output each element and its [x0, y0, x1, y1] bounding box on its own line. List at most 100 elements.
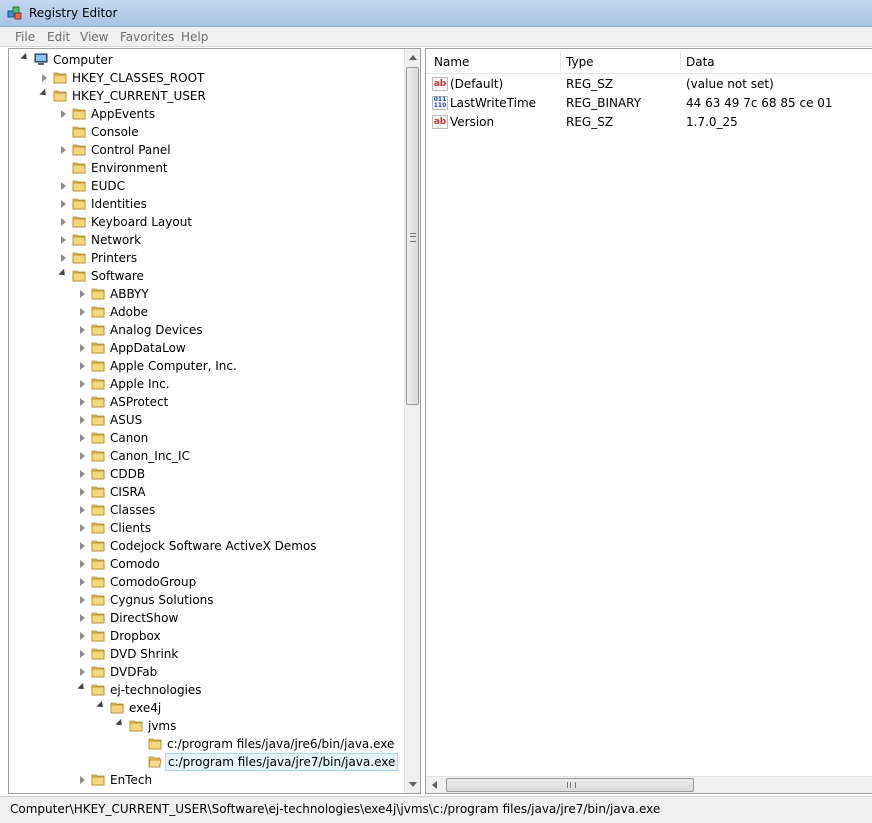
collapsed-arrow-icon[interactable]: [80, 434, 85, 442]
collapsed-arrow-icon[interactable]: [61, 182, 66, 190]
tree-node[interactable]: Codejock Software ActiveX Demos: [9, 537, 404, 555]
menu-favorites[interactable]: Favorites: [120, 30, 174, 44]
collapsed-arrow-icon[interactable]: [80, 290, 85, 298]
tree-node[interactable]: exe4j: [9, 699, 404, 717]
value-row[interactable]: ab (Default) REG_SZ (value not set): [426, 75, 872, 94]
tree-node[interactable]: ASUS: [9, 411, 404, 429]
collapsed-arrow-icon[interactable]: [80, 560, 85, 568]
tree-node[interactable]: Classes: [9, 501, 404, 519]
collapsed-arrow-icon[interactable]: [80, 326, 85, 334]
expanded-arrow-icon[interactable]: [115, 718, 125, 729]
tree-node[interactable]: CDDB: [9, 465, 404, 483]
tree-node[interactable]: c:/program files/java/jre6/bin/java.exe: [9, 735, 404, 753]
column-header-name[interactable]: Name: [434, 55, 469, 69]
collapsed-arrow-icon[interactable]: [80, 596, 85, 604]
collapsed-arrow-icon[interactable]: [61, 146, 66, 154]
scroll-down-icon[interactable]: [409, 782, 417, 787]
tree-node[interactable]: Keyboard Layout: [9, 213, 404, 231]
registry-tree[interactable]: Computer HKEY_CLASSES_ROOT HKEY_CURRENT_US…: [8, 48, 421, 794]
collapsed-arrow-icon[interactable]: [80, 542, 85, 550]
collapsed-arrow-icon[interactable]: [80, 488, 85, 496]
scroll-up-icon[interactable]: [409, 55, 417, 60]
tree-node[interactable]: HKEY_CURRENT_USER: [9, 87, 404, 105]
tree-node[interactable]: Canon: [9, 429, 404, 447]
tree-node[interactable]: Network: [9, 231, 404, 249]
collapsed-arrow-icon[interactable]: [80, 506, 85, 514]
tree-node[interactable]: ASProtect: [9, 393, 404, 411]
tree-node[interactable]: Console: [9, 123, 404, 141]
tree-node[interactable]: Comodo: [9, 555, 404, 573]
column-divider[interactable]: [680, 51, 681, 71]
tree-node[interactable]: jvms: [9, 717, 404, 735]
collapsed-arrow-icon[interactable]: [80, 668, 85, 676]
collapsed-arrow-icon[interactable]: [80, 416, 85, 424]
expanded-arrow-icon[interactable]: [39, 88, 49, 99]
collapsed-arrow-icon[interactable]: [61, 200, 66, 208]
tree-node[interactable]: Control Panel: [9, 141, 404, 159]
column-header-data[interactable]: Data: [686, 55, 715, 69]
collapsed-arrow-icon[interactable]: [80, 614, 85, 622]
tree-node[interactable]: DVD Shrink: [9, 645, 404, 663]
tree-node[interactable]: Analog Devices: [9, 321, 404, 339]
expanded-arrow-icon[interactable]: [20, 52, 30, 63]
expanded-arrow-icon[interactable]: [96, 700, 106, 711]
menu-file[interactable]: File: [15, 30, 35, 44]
tree-vertical-scrollbar[interactable]: [404, 49, 420, 793]
tree-node[interactable]: Environment: [9, 159, 404, 177]
value-row[interactable]: ab Version REG_SZ 1.7.0_25: [426, 113, 872, 132]
collapsed-arrow-icon[interactable]: [80, 380, 85, 388]
scroll-left-icon[interactable]: [432, 781, 437, 789]
tree-node[interactable]: Apple Computer, Inc.: [9, 357, 404, 375]
collapsed-arrow-icon[interactable]: [80, 650, 85, 658]
tree-node[interactable]: ABBYY: [9, 285, 404, 303]
tree-node[interactable]: Adobe: [9, 303, 404, 321]
column-divider[interactable]: [560, 51, 561, 71]
tree-node[interactable]: Identities: [9, 195, 404, 213]
expanded-arrow-icon[interactable]: [77, 682, 87, 693]
collapsed-arrow-icon[interactable]: [42, 74, 47, 82]
tree-scroll-thumb[interactable]: [406, 67, 419, 405]
tree-node[interactable]: ej-technologies: [9, 681, 404, 699]
tree-node[interactable]: AppDataLow: [9, 339, 404, 357]
tree-node[interactable]: Software: [9, 267, 404, 285]
menu-help[interactable]: Help: [181, 30, 208, 44]
menu-edit[interactable]: Edit: [47, 30, 70, 44]
tree-node[interactable]: Clients: [9, 519, 404, 537]
collapsed-arrow-icon[interactable]: [61, 254, 66, 262]
title-bar[interactable]: Registry Editor: [0, 0, 872, 27]
tree-node[interactable]: HKEY_CLASSES_ROOT: [9, 69, 404, 87]
tree-node[interactable]: AppEvents: [9, 105, 404, 123]
value-row[interactable]: 011 110 LastWriteTime REG_BINARY 44 63 49 7…: [426, 94, 872, 113]
tree-node[interactable]: Canon_Inc_IC: [9, 447, 404, 465]
tree-node[interactable]: DirectShow: [9, 609, 404, 627]
collapsed-arrow-icon[interactable]: [80, 362, 85, 370]
values-list[interactable]: Name Type Data ab (Default) REG_SZ (value n…: [425, 48, 872, 794]
tree-node[interactable]: EUDC: [9, 177, 404, 195]
collapsed-arrow-icon[interactable]: [61, 236, 66, 244]
collapsed-arrow-icon[interactable]: [80, 470, 85, 478]
collapsed-arrow-icon[interactable]: [80, 578, 85, 586]
tree-node[interactable]: ComodoGroup: [9, 573, 404, 591]
collapsed-arrow-icon[interactable]: [80, 524, 85, 532]
tree-node[interactable]: Apple Inc.: [9, 375, 404, 393]
collapsed-arrow-icon[interactable]: [80, 398, 85, 406]
collapsed-arrow-icon[interactable]: [80, 308, 85, 316]
tree-node[interactable]: Printers: [9, 249, 404, 267]
collapsed-arrow-icon[interactable]: [80, 632, 85, 640]
list-horizontal-scrollbar[interactable]: [426, 776, 872, 793]
menu-view[interactable]: View: [80, 30, 108, 44]
collapsed-arrow-icon[interactable]: [80, 344, 85, 352]
tree-node[interactable]: Computer: [9, 51, 404, 69]
tree-node[interactable]: Dropbox: [9, 627, 404, 645]
list-scroll-thumb[interactable]: [446, 778, 694, 792]
collapsed-arrow-icon[interactable]: [80, 452, 85, 460]
tree-node[interactable]: DVDFab: [9, 663, 404, 681]
tree-node[interactable]: c:/program files/java/jre7/bin/java.exe: [9, 753, 404, 771]
collapsed-arrow-icon[interactable]: [61, 110, 66, 118]
tree-node[interactable]: EnTech: [9, 771, 404, 789]
collapsed-arrow-icon[interactable]: [61, 218, 66, 226]
tree-node[interactable]: Cygnus Solutions: [9, 591, 404, 609]
collapsed-arrow-icon[interactable]: [80, 776, 85, 784]
column-header-type[interactable]: Type: [566, 55, 594, 69]
tree-node[interactable]: CISRA: [9, 483, 404, 501]
